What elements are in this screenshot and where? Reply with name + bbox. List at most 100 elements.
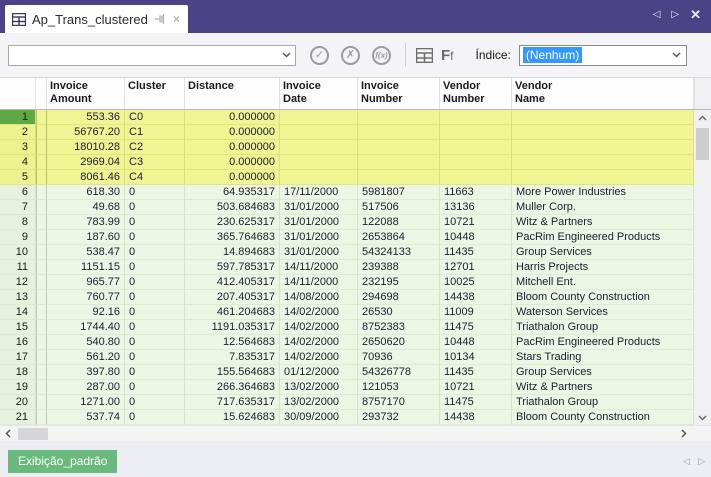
row-number[interactable]: 14 (0, 305, 36, 320)
row-number[interactable]: 11 (0, 260, 36, 275)
cell-vendname[interactable]: Bloom County Construction (512, 290, 694, 305)
cell-date[interactable]: 14/02/2000 (280, 335, 358, 350)
cell-invnum[interactable]: 294698 (358, 290, 440, 305)
cell-vendname[interactable]: More Power Industries (512, 185, 694, 200)
cell-vendnum[interactable] (440, 140, 512, 155)
cell-vendname[interactable]: Muller Corp. (512, 200, 694, 215)
cell-distance[interactable]: 365.764683 (185, 230, 280, 245)
cell-vendname[interactable]: Harris Projects (512, 260, 694, 275)
tab-ap-trans-clustered[interactable]: Ap_Trans_clustered × (5, 5, 188, 33)
cell-invnum[interactable] (358, 155, 440, 170)
cell-cluster[interactable]: 0 (125, 275, 185, 290)
cell-date[interactable]: 14/02/2000 (280, 350, 358, 365)
cell-invnum[interactable]: 5981807 (358, 185, 440, 200)
cell-vendnum[interactable]: 12701 (440, 260, 512, 275)
cell-invnum[interactable] (358, 170, 440, 185)
cell-date[interactable]: 13/02/2000 (280, 395, 358, 410)
cell-cluster[interactable]: C1 (125, 125, 185, 140)
cell-cluster[interactable]: C3 (125, 155, 185, 170)
cell-cluster[interactable]: 0 (125, 245, 185, 260)
cell-vendname[interactable]: Group Services (512, 365, 694, 380)
cell-vendnum[interactable]: 11435 (440, 245, 512, 260)
cell-vendnum[interactable]: 10721 (440, 215, 512, 230)
cell-cluster[interactable]: 0 (125, 320, 185, 335)
table-row[interactable]: 16540.80012.56468314/02/2000265062010448… (0, 335, 694, 350)
scroll-left-icon[interactable] (0, 426, 16, 442)
column-header-vendname[interactable]: VendorName (512, 78, 694, 109)
font-button[interactable]: Ff (441, 47, 454, 64)
table-row[interactable]: 318010.28C20.000000 (0, 140, 694, 155)
cell-date[interactable] (280, 140, 358, 155)
cell-vendnum[interactable] (440, 110, 512, 125)
table-row[interactable]: 13760.770207.40531714/08/200029469814438… (0, 290, 694, 305)
cell-amount[interactable]: 1151.15 (47, 260, 125, 275)
view-tab-exibicao-padrao[interactable]: Exibição_padrão (8, 450, 117, 473)
table-row[interactable]: 42969.04C30.000000 (0, 155, 694, 170)
cell-distance[interactable]: 7.835317 (185, 350, 280, 365)
cell-cluster[interactable]: C2 (125, 140, 185, 155)
cell-vendnum[interactable]: 11475 (440, 395, 512, 410)
table-row[interactable]: 8783.990230.62531731/01/200012208810721W… (0, 215, 694, 230)
cell-invnum[interactable] (358, 140, 440, 155)
cell-cluster[interactable]: 0 (125, 395, 185, 410)
cell-amount[interactable]: 553.36 (47, 110, 125, 125)
cell-amount[interactable]: 965.77 (47, 275, 125, 290)
cell-amount[interactable]: 18010.28 (47, 140, 125, 155)
row-number[interactable]: 20 (0, 395, 36, 410)
cell-vendnum[interactable]: 11663 (440, 185, 512, 200)
cell-invnum[interactable] (358, 110, 440, 125)
cell-invnum[interactable]: 239388 (358, 260, 440, 275)
cell-vendname[interactable]: Group Services (512, 245, 694, 260)
cell-vendnum[interactable]: 10448 (440, 335, 512, 350)
cell-invnum[interactable]: 293732 (358, 410, 440, 425)
cell-vendname[interactable]: PacRim Engineered Products (512, 335, 694, 350)
row-number[interactable]: 2 (0, 125, 36, 140)
cell-vendname[interactable]: Triathalon Group (512, 395, 694, 410)
cell-date[interactable]: 14/11/2000 (280, 275, 358, 290)
expression-input[interactable] (9, 47, 277, 64)
cell-vendnum[interactable]: 11475 (440, 320, 512, 335)
cell-date[interactable]: 13/02/2000 (280, 380, 358, 395)
table-row[interactable]: 151744.4001191.03531714/02/2000875238311… (0, 320, 694, 335)
cell-vendname[interactable]: Stars Trading (512, 350, 694, 365)
cell-distance[interactable]: 0.000000 (185, 170, 280, 185)
cell-cluster[interactable]: 0 (125, 365, 185, 380)
cell-invnum[interactable]: 232195 (358, 275, 440, 290)
cell-amount[interactable]: 1744.40 (47, 320, 125, 335)
column-header-amount[interactable]: InvoiceAmount (47, 78, 125, 109)
column-header-cluster[interactable]: Cluster (125, 78, 185, 109)
table-row[interactable]: 17561.2007.83531714/02/20007093610134Sta… (0, 350, 694, 365)
cell-date[interactable]: 31/01/2000 (280, 215, 358, 230)
horizontal-scroll-thumb[interactable] (18, 428, 48, 440)
cell-cluster[interactable]: 0 (125, 380, 185, 395)
row-number[interactable]: 16 (0, 335, 36, 350)
cell-amount[interactable]: 397.80 (47, 365, 125, 380)
cell-distance[interactable]: 0.000000 (185, 140, 280, 155)
row-number[interactable]: 10 (0, 245, 36, 260)
cell-vendname[interactable]: Waterson Services (512, 305, 694, 320)
table-row[interactable]: 1553.36C00.000000 (0, 110, 694, 125)
cell-date[interactable]: 14/08/2000 (280, 290, 358, 305)
cell-date[interactable]: 31/01/2000 (280, 200, 358, 215)
cell-distance[interactable]: 717.635317 (185, 395, 280, 410)
column-header-distance[interactable]: Distance (185, 78, 280, 109)
horizontal-scrollbar[interactable] (0, 425, 711, 441)
row-number[interactable]: 5 (0, 170, 36, 185)
cell-vendnum[interactable]: 10448 (440, 230, 512, 245)
scroll-up-icon[interactable] (694, 110, 711, 125)
cell-vendnum[interactable]: 10134 (440, 350, 512, 365)
chevron-down-icon[interactable] (277, 52, 295, 58)
cell-vendname[interactable] (512, 140, 694, 155)
tab-close-icon[interactable]: × (173, 13, 180, 25)
scroll-down-icon[interactable] (694, 410, 711, 425)
cell-vendnum[interactable]: 14438 (440, 410, 512, 425)
table-row[interactable]: 58061.46C40.000000 (0, 170, 694, 185)
cell-amount[interactable]: 8061.46 (47, 170, 125, 185)
clear-filter-button[interactable]: ✗ (341, 46, 360, 65)
row-number[interactable]: 7 (0, 200, 36, 215)
cell-distance[interactable]: 15.624683 (185, 410, 280, 425)
cell-date[interactable]: 31/01/2000 (280, 230, 358, 245)
scroll-right-icon[interactable] (676, 426, 692, 442)
cell-date[interactable] (280, 110, 358, 125)
chevron-down-icon[interactable] (668, 52, 686, 58)
